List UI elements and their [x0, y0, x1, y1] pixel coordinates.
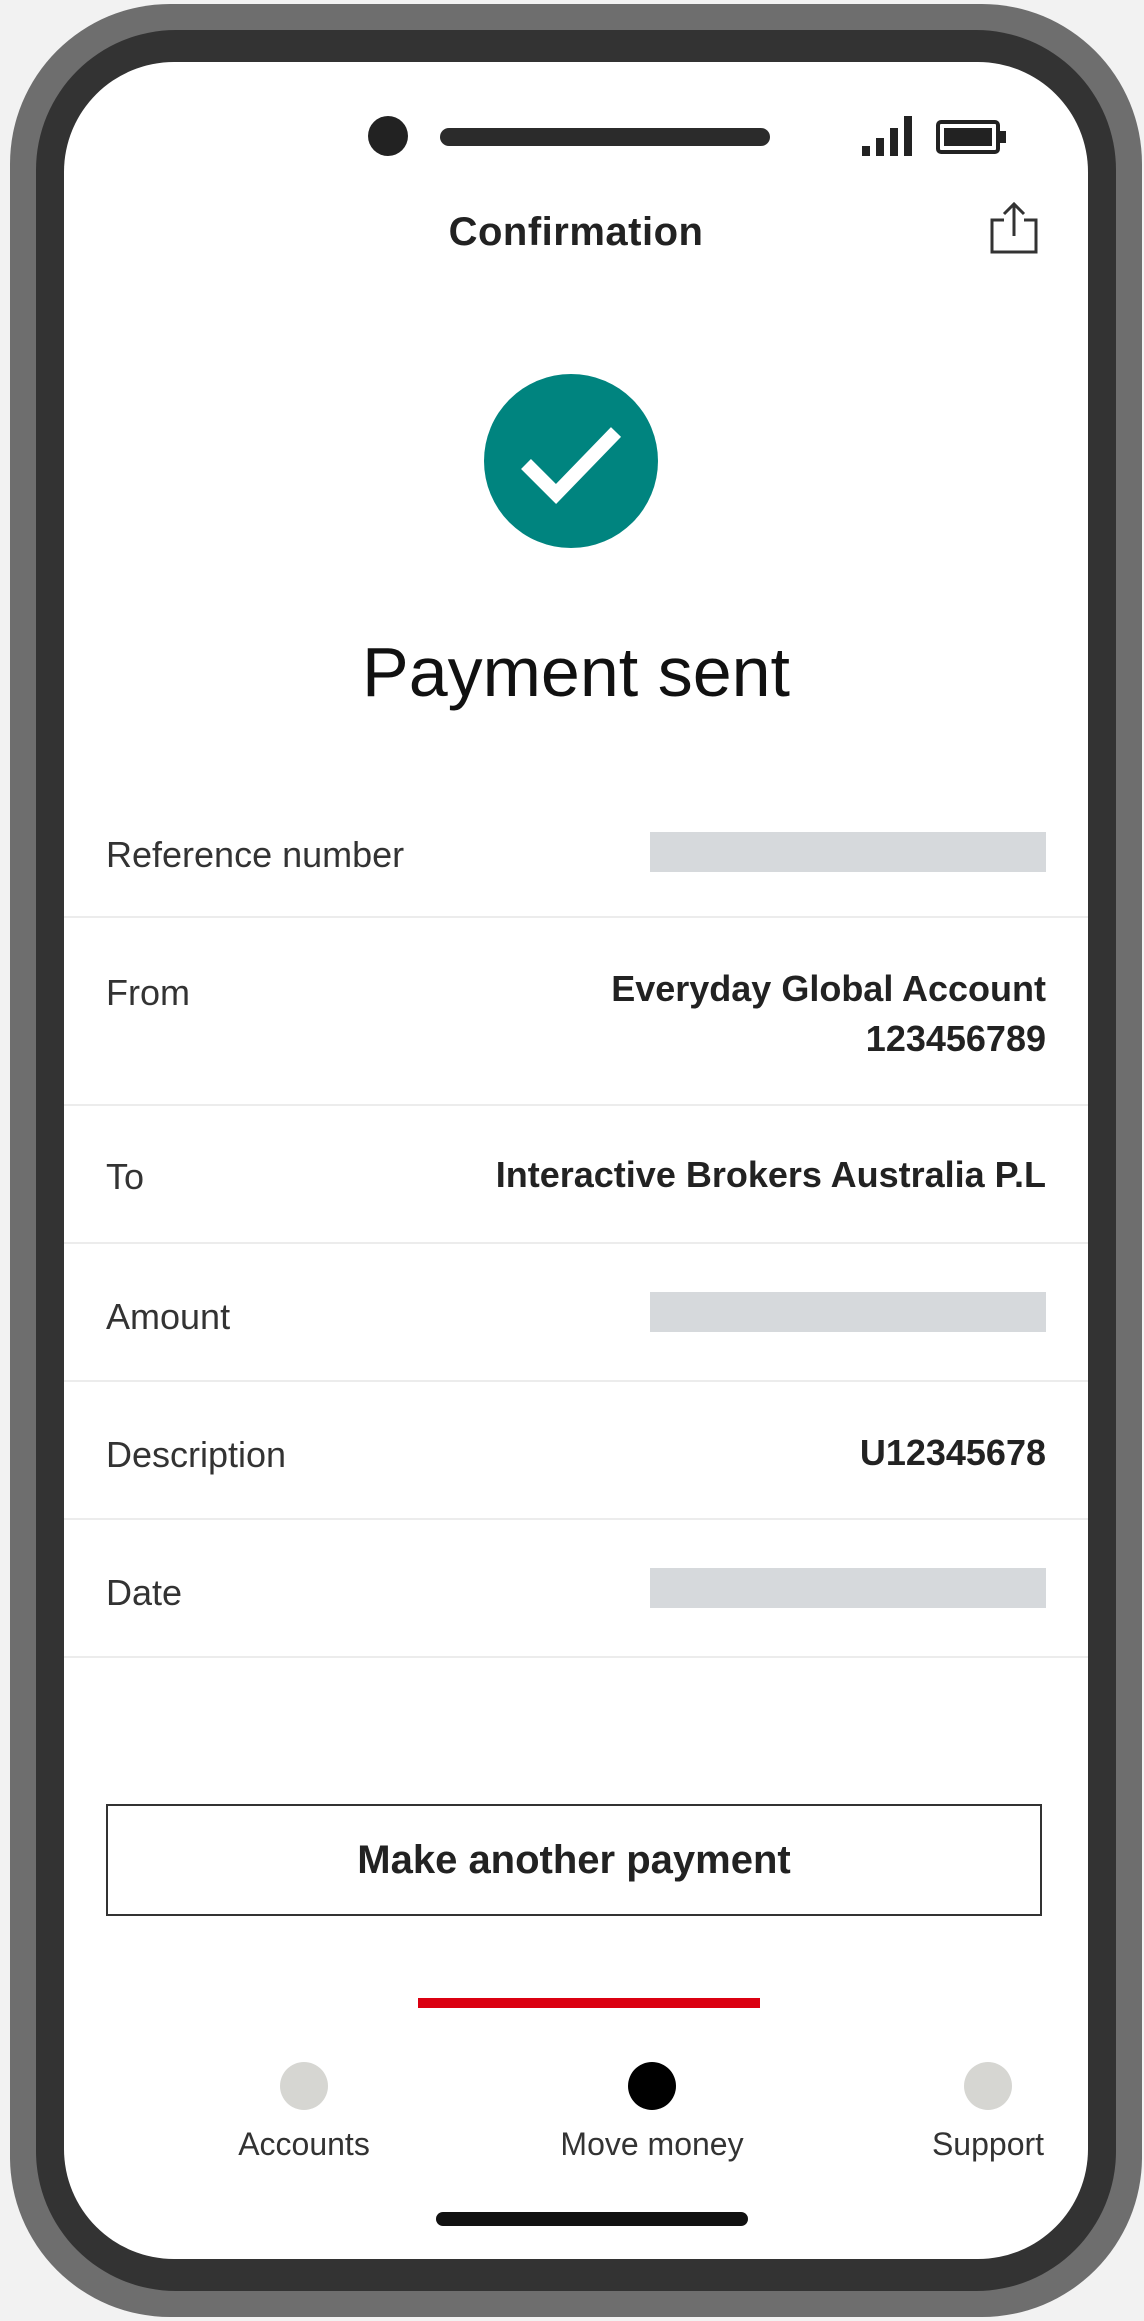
detail-row-to: To Interactive Brokers Australia P.L [64, 1106, 1088, 1244]
front-camera [368, 116, 408, 156]
description-value: U12345678 [859, 1432, 1046, 1473]
from-value: Everyday Global Account 123456789 [611, 964, 1046, 1064]
checkmark-icon [484, 374, 658, 548]
make-another-payment-button[interactable]: Make another payment [106, 1804, 1042, 1916]
move-money-icon [628, 2062, 676, 2110]
detail-row-amount: Amount [64, 1244, 1088, 1382]
to-label: To [106, 1156, 145, 1197]
reference-value-redacted [650, 832, 1046, 872]
amount-value-redacted [650, 1292, 1046, 1332]
payment-status-title: Payment sent [362, 633, 790, 711]
from-account-number: 123456789 [865, 1018, 1046, 1059]
active-tab-indicator [418, 1998, 760, 2008]
date-label: Date [106, 1572, 183, 1613]
accounts-icon [280, 2062, 328, 2110]
to-value: Interactive Brokers Australia P.L [495, 1154, 1046, 1195]
date-value-redacted [650, 1568, 1046, 1608]
description-label: Description [106, 1434, 287, 1475]
from-label: From [106, 972, 190, 1013]
nav-label-support: Support [931, 2126, 1045, 2162]
reference-label: Reference number [106, 834, 405, 875]
payment-details: Reference number From Everyday Global Ac… [64, 782, 1088, 1658]
share-button[interactable] [986, 198, 1042, 258]
amount-label: Amount [106, 1296, 231, 1337]
detail-row-from: From Everyday Global Account 123456789 [64, 918, 1088, 1106]
screen: Confirmation Payment sent Reference numb… [64, 62, 1088, 2259]
nav-label-accounts: Accounts [238, 2126, 370, 2162]
speaker-grille [440, 128, 770, 146]
signal-strength-icon [862, 116, 912, 156]
detail-row-reference: Reference number [64, 782, 1088, 918]
home-indicator[interactable] [436, 2212, 748, 2226]
nav-label-move-money: Move money [560, 2126, 744, 2162]
phone-frame: Confirmation Payment sent Reference numb… [10, 4, 1142, 2317]
nav-item-accounts[interactable]: Accounts [174, 2062, 434, 2163]
detail-row-date: Date [64, 1520, 1088, 1658]
detail-row-description: Description U12345678 [64, 1382, 1088, 1520]
nav-item-support[interactable]: Support [858, 2062, 1088, 2163]
battery-icon [936, 120, 1006, 154]
support-icon [964, 2062, 1012, 2110]
from-account-name: Everyday Global Account [611, 968, 1046, 1009]
phone-bezel: Confirmation Payment sent Reference numb… [36, 30, 1116, 2291]
nav-item-move-money[interactable]: Move money [522, 2062, 782, 2163]
page-title: Confirmation [448, 210, 704, 254]
share-icon [990, 201, 1038, 254]
